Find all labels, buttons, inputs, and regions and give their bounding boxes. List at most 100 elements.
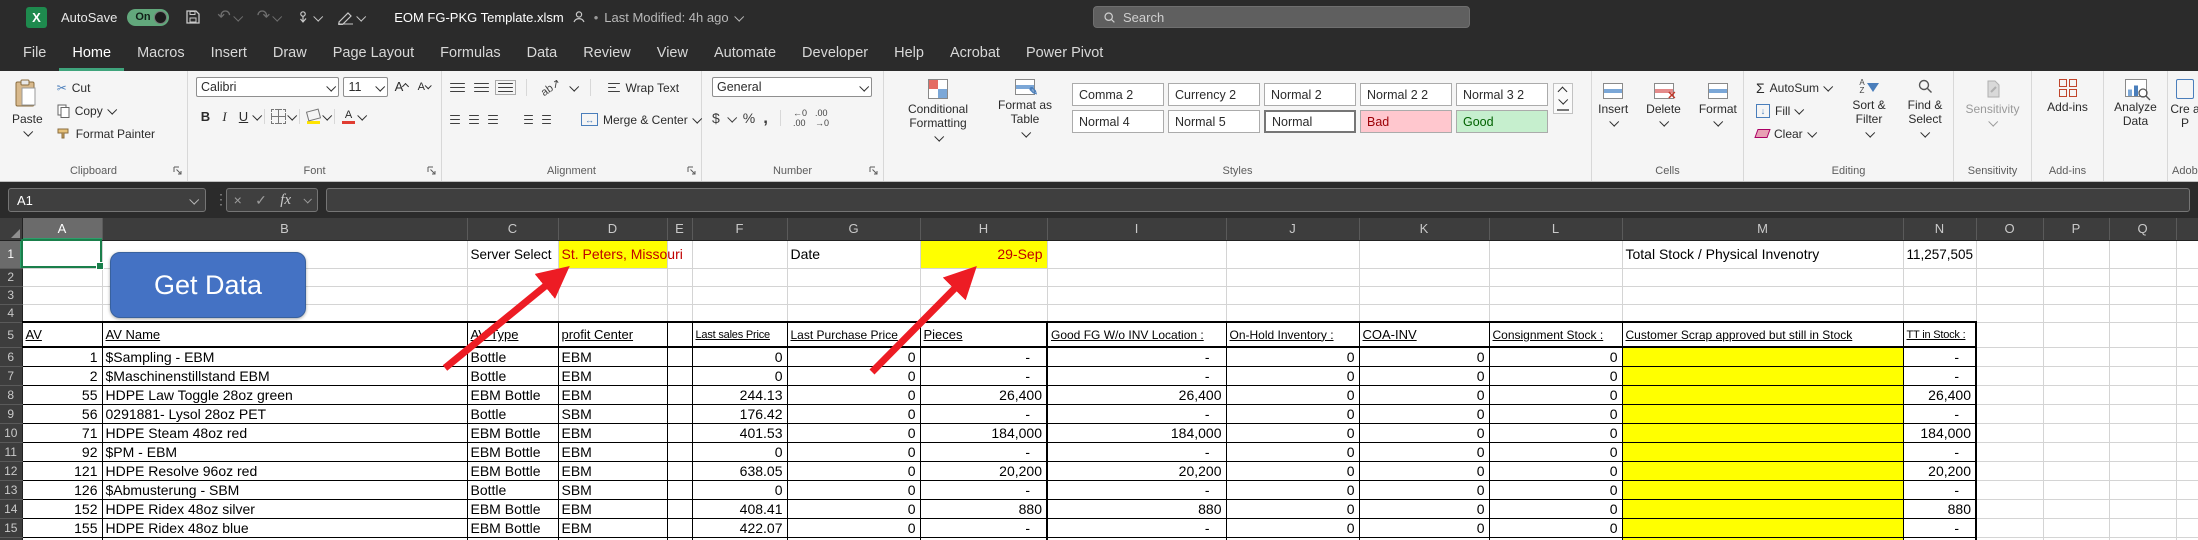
cell-H4[interactable] <box>920 304 1047 322</box>
paste-button[interactable]: Paste <box>6 77 49 157</box>
cell-F12[interactable]: 638.05 <box>692 461 787 480</box>
column-header-C[interactable]: C <box>467 218 558 240</box>
name-box[interactable]: A1 <box>8 188 206 212</box>
cell-K8[interactable]: 0 <box>1359 385 1489 404</box>
cell-G12[interactable]: 0 <box>787 461 920 480</box>
tab-acrobat[interactable]: Acrobat <box>937 34 1013 71</box>
column-header-N[interactable]: N <box>1903 218 1976 240</box>
decrease-font-icon[interactable]: A <box>415 77 433 96</box>
ink-pen-icon[interactable] <box>337 10 364 25</box>
cell-D6[interactable]: EBM <box>558 347 667 366</box>
tab-draw[interactable]: Draw <box>260 34 320 71</box>
cell-H15[interactable]: - <box>920 518 1047 537</box>
cell-P15[interactable] <box>2043 518 2109 537</box>
cell-J14[interactable]: 0 <box>1226 499 1359 518</box>
cell-R6[interactable] <box>2176 347 2198 366</box>
fill-button[interactable]: ↓Fill <box>1752 100 1835 121</box>
cell-E14[interactable] <box>667 499 692 518</box>
cell-F3[interactable] <box>692 286 787 304</box>
redo-icon[interactable]: ↷ <box>257 9 280 25</box>
autosave-toggle[interactable]: On <box>127 9 169 26</box>
cell-F2[interactable] <box>692 268 787 286</box>
cell-D14[interactable]: EBM <box>558 499 667 518</box>
cell-A4[interactable] <box>22 304 102 322</box>
cell-G14[interactable]: 0 <box>787 499 920 518</box>
gallery-scroll-down-icon[interactable] <box>1558 95 1568 105</box>
cell-N12[interactable]: 20,200 <box>1903 461 1976 480</box>
cell-F11[interactable]: 0 <box>692 442 787 461</box>
cell-N14[interactable]: 880 <box>1903 499 1976 518</box>
cell-B15[interactable]: HDPE Ridex 48oz blue <box>102 518 467 537</box>
underline-button[interactable]: U <box>234 107 253 126</box>
cell-O9[interactable] <box>1976 404 2043 423</box>
cell-style-normal-5[interactable]: Normal 5 <box>1168 110 1260 133</box>
cell-A14[interactable]: 152 <box>22 499 102 518</box>
cell-N8[interactable]: 26,400 <box>1903 385 1976 404</box>
cell-I14[interactable]: 880 <box>1047 499 1226 518</box>
cell-G10[interactable]: 0 <box>787 423 920 442</box>
align-left-icon[interactable] <box>450 115 460 125</box>
column-header-F[interactable]: F <box>692 218 787 240</box>
cell-B13[interactable]: $Abmusterung - SBM <box>102 480 467 499</box>
cell-D12[interactable]: EBM <box>558 461 667 480</box>
row-header-12[interactable]: 12 <box>0 461 22 480</box>
column-header-A[interactable]: A <box>22 218 102 240</box>
cell-B10[interactable]: HDPE Steam 48oz red <box>102 423 467 442</box>
row-header-5[interactable]: 5 <box>0 322 22 347</box>
tab-view[interactable]: View <box>644 34 701 71</box>
cell-I5[interactable]: Good FG W/o INV Location : <box>1047 322 1226 347</box>
cell-J10[interactable]: 0 <box>1226 423 1359 442</box>
cell-L13[interactable]: 0 <box>1489 480 1622 499</box>
cell-E5[interactable] <box>667 322 692 347</box>
cell-K4[interactable] <box>1359 304 1489 322</box>
tab-developer[interactable]: Developer <box>789 34 881 71</box>
format-painter-button[interactable]: Format Painter <box>53 123 159 144</box>
cell-O10[interactable] <box>1976 423 2043 442</box>
cell-N11[interactable]: - <box>1903 442 1976 461</box>
cell-J5[interactable]: On-Hold Inventory : <box>1226 322 1359 347</box>
cell-H3[interactable] <box>920 286 1047 304</box>
cell-N5[interactable]: TT in Stock : <box>1903 322 1976 347</box>
cell-M3[interactable] <box>1622 286 1903 304</box>
cell-A12[interactable]: 121 <box>22 461 102 480</box>
cell-Q7[interactable] <box>2109 366 2176 385</box>
cell-N7[interactable]: - <box>1903 366 1976 385</box>
cell-K9[interactable]: 0 <box>1359 404 1489 423</box>
cell-P5[interactable] <box>2043 322 2109 347</box>
cell-H8[interactable]: 26,400 <box>920 385 1047 404</box>
column-header-Q[interactable]: Q <box>2109 218 2176 240</box>
cell-F15[interactable]: 422.07 <box>692 518 787 537</box>
document-title[interactable]: EOM FG-PKG Template.xlsm <box>394 10 564 25</box>
align-bottom-icon[interactable] <box>498 83 513 93</box>
cell-G5[interactable]: Last Purchase Price <box>787 322 920 347</box>
cell-E8[interactable] <box>667 385 692 404</box>
cell-K11[interactable]: 0 <box>1359 442 1489 461</box>
cell-E3[interactable] <box>667 286 692 304</box>
enter-entry-icon[interactable]: ✓ <box>255 192 267 209</box>
cell-C6[interactable]: Bottle <box>467 347 558 366</box>
cell-A8[interactable]: 55 <box>22 385 102 404</box>
column-header-B[interactable]: B <box>102 218 467 240</box>
cell-D10[interactable]: EBM <box>558 423 667 442</box>
cell-H1[interactable]: 29-Sep <box>920 240 1047 268</box>
wrap-text-button[interactable]: Wrap Text <box>604 77 683 98</box>
cell-K2[interactable] <box>1359 268 1489 286</box>
fill-color-options-icon[interactable] <box>322 111 332 121</box>
tab-page-layout[interactable]: Page Layout <box>320 34 427 71</box>
cell-D4[interactable] <box>558 304 667 322</box>
row-header-14[interactable]: 14 <box>0 499 22 518</box>
cell-F5[interactable]: Last sales Price <box>692 322 787 347</box>
copy-button[interactable]: Copy <box>53 100 159 121</box>
cell-M12[interactable] <box>1622 461 1903 480</box>
cell-style-bad[interactable]: Bad <box>1360 110 1452 133</box>
cell-O14[interactable] <box>1976 499 2043 518</box>
column-header-P[interactable]: P <box>2043 218 2109 240</box>
cell-N1[interactable]: 11,257,505 <box>1903 240 1976 268</box>
cell-G1[interactable]: Date <box>787 240 920 268</box>
borders-icon[interactable] <box>269 107 288 126</box>
cell-E13[interactable] <box>667 480 692 499</box>
cell-L12[interactable]: 0 <box>1489 461 1622 480</box>
cell-G6[interactable]: 0 <box>787 347 920 366</box>
cell-B8[interactable]: HDPE Law Toggle 28oz green <box>102 385 467 404</box>
cell-Q2[interactable] <box>2109 268 2176 286</box>
